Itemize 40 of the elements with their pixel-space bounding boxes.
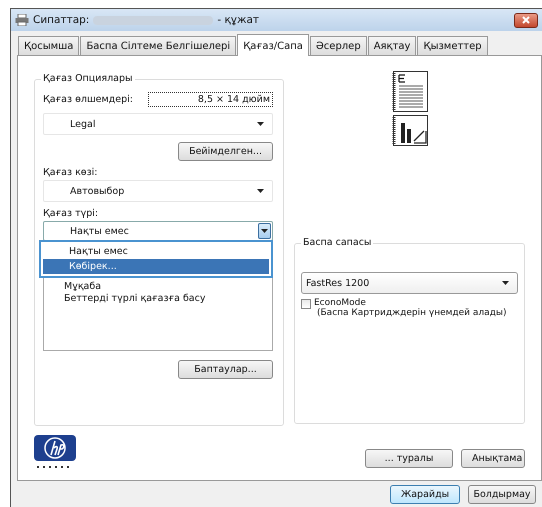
tab[interactable]: Қосымша <box>18 36 80 55</box>
close-icon <box>522 16 530 24</box>
window-title-suffix: - құжат <box>217 14 260 26</box>
field-label: Қағаз көзі: <box>43 167 99 178</box>
caret-icon <box>502 281 509 285</box>
paper-size-dropdown[interactable]: Legal <box>43 113 273 135</box>
custom-button[interactable]: Бейімделген... <box>178 142 273 161</box>
tab[interactable]: Қағаз/Сапа <box>237 34 309 56</box>
list-item[interactable]: Беттерді түрлі қағазға басу <box>64 293 206 304</box>
group-title: Қағаз Опциялары <box>41 73 135 84</box>
dropdown-option[interactable]: Нақты емес <box>43 244 269 259</box>
caret-icon <box>261 229 268 233</box>
tab[interactable]: Баспа Сілтеме Белгішелері <box>80 36 236 55</box>
caret-icon <box>257 122 264 126</box>
tab[interactable]: Аяқтау <box>368 36 416 55</box>
hp-logo <box>34 435 76 471</box>
economode-checkbox[interactable] <box>301 299 311 309</box>
about-button[interactable]: ... туралы <box>365 448 453 468</box>
print-quality-dropdown[interactable]: FastRes 1200 <box>301 272 518 294</box>
printer-icon <box>15 14 29 26</box>
dropdown-button[interactable] <box>258 223 271 239</box>
caret-icon <box>257 189 264 193</box>
settings-button[interactable]: Баптаулар... <box>178 360 273 379</box>
paper-size-value: 8,5 × 14 дюйм <box>148 92 273 107</box>
help-button[interactable]: Анықтама <box>461 448 525 468</box>
field-label: Қағаз түрі: <box>43 208 100 219</box>
dropdown-option[interactable]: Көбірек... <box>43 259 269 274</box>
checkbox-label: EconoMode <box>314 298 367 308</box>
paper-source-dropdown[interactable]: Автовыбор <box>43 180 273 202</box>
field-label: Қағаз өлшемдері: <box>43 94 133 105</box>
checkbox-note: (Баспа Картридждерін үнемдей алады) <box>316 308 507 318</box>
ok-button[interactable]: Жарайды <box>390 484 460 504</box>
cancel-button[interactable]: Болдырмау <box>468 484 536 504</box>
group-title: Баспа сапасы <box>301 237 374 248</box>
list-item[interactable]: Мұқаба <box>64 281 102 292</box>
tab[interactable]: Қызметтер <box>417 36 488 55</box>
close-button[interactable] <box>514 12 538 28</box>
window-title: Сипаттар: <box>33 14 90 26</box>
tab[interactable]: Әсерлер <box>310 36 367 55</box>
paper-type-dropdown[interactable]: Нақты емес <box>43 221 273 241</box>
